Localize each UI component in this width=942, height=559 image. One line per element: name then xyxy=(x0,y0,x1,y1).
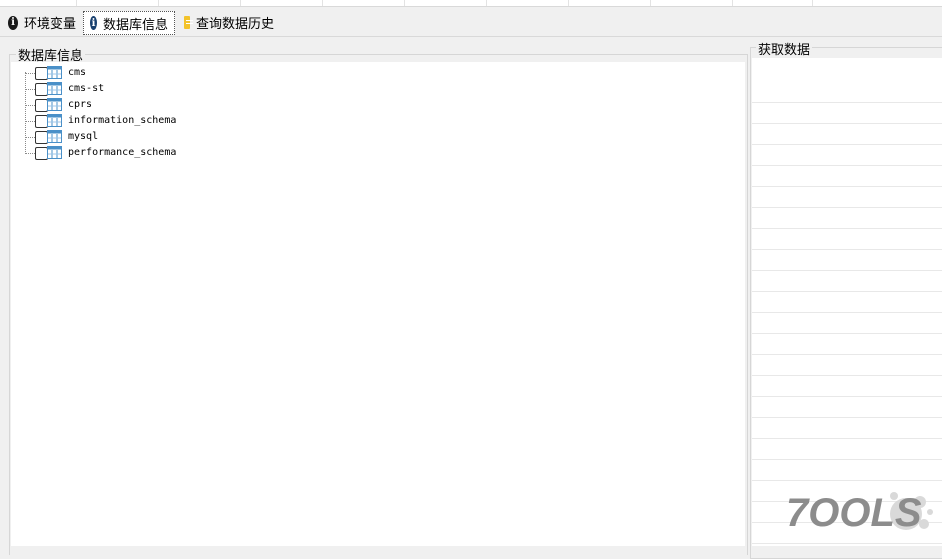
grid-row-line xyxy=(752,123,942,124)
grid-row-line xyxy=(752,396,942,397)
database-table-icon xyxy=(47,98,62,111)
info-icon: i xyxy=(90,16,97,30)
watermark-logo: 7OOLS xyxy=(786,491,933,535)
top-divider xyxy=(650,0,651,6)
database-name: information_schema xyxy=(68,115,177,126)
grid-row-line xyxy=(752,459,942,460)
database-name: mysql xyxy=(68,131,99,142)
database-table-icon xyxy=(47,146,62,159)
top-divider xyxy=(76,0,77,6)
database-table-icon xyxy=(47,82,62,95)
tab-label: 查询数据历史 xyxy=(195,17,274,32)
grid-row-line xyxy=(752,228,942,229)
tab-divider xyxy=(0,36,942,37)
grid-row-line xyxy=(752,543,942,544)
tab-label: 环境变量 xyxy=(23,17,76,32)
tree-connector xyxy=(25,89,35,90)
fetch-data-title: 获取数据 xyxy=(756,39,813,58)
tree-node[interactable]: cms xyxy=(11,65,311,81)
database-table-icon xyxy=(47,114,62,127)
top-divider xyxy=(568,0,569,6)
info-icon: i xyxy=(8,15,18,30)
grid-row-line xyxy=(752,480,942,481)
database-name: cprs xyxy=(68,99,93,110)
tree-connector xyxy=(25,137,35,138)
grid-row-line xyxy=(752,102,942,103)
grid-row-line xyxy=(752,312,942,313)
top-divider xyxy=(322,0,323,6)
tree-connector xyxy=(25,73,35,74)
tab-label: 数据库信息 xyxy=(102,17,168,33)
grid-row-line xyxy=(752,165,942,166)
database-table-icon xyxy=(47,130,62,143)
top-divider xyxy=(732,0,733,6)
tree-node[interactable]: cms-st xyxy=(11,81,311,97)
top-divider xyxy=(812,0,813,6)
tree-node[interactable]: mysql xyxy=(11,129,311,145)
database-name: performance_schema xyxy=(68,147,177,158)
grid-row-line xyxy=(752,291,942,292)
grid-row-line xyxy=(752,438,942,439)
top-divider xyxy=(240,0,241,6)
watermark-text: 7OOLS xyxy=(786,491,922,535)
grid-row-line xyxy=(752,375,942,376)
tree-node[interactable]: information_schema xyxy=(11,113,311,129)
database-tree[interactable]: cms cms-st cprs information_schemamysql perf… xyxy=(11,62,745,546)
tree-connector xyxy=(25,153,35,154)
tab-query-history[interactable]: 查询数据历史 xyxy=(178,10,280,35)
tab-bar: i 环境变量 i 数据库信息 查询数据历史 xyxy=(0,10,942,37)
grid-row-line xyxy=(752,144,942,145)
database-name: cms xyxy=(68,67,87,78)
tab-db-info[interactable]: i 数据库信息 xyxy=(83,11,175,35)
grid-row-line xyxy=(752,417,942,418)
top-divider xyxy=(486,0,487,6)
top-divider xyxy=(404,0,405,6)
grid-row-line xyxy=(752,354,942,355)
top-strip xyxy=(0,0,942,7)
grid-row-line xyxy=(752,270,942,271)
grid-row-line xyxy=(752,333,942,334)
grid-row-line xyxy=(752,249,942,250)
tree-node[interactable]: cprs xyxy=(11,97,311,113)
grid-row-line xyxy=(752,186,942,187)
tab-env-vars[interactable]: i 环境变量 xyxy=(2,10,82,35)
fetch-data-grid[interactable] xyxy=(752,58,942,546)
tree-connector xyxy=(25,105,35,106)
database-table-icon xyxy=(47,66,62,79)
top-divider xyxy=(158,0,159,6)
document-icon xyxy=(184,16,193,29)
tree-node[interactable]: performance_schema xyxy=(11,145,311,161)
database-name: cms-st xyxy=(68,83,105,94)
grid-row-line xyxy=(752,207,942,208)
tree-connector xyxy=(25,121,35,122)
